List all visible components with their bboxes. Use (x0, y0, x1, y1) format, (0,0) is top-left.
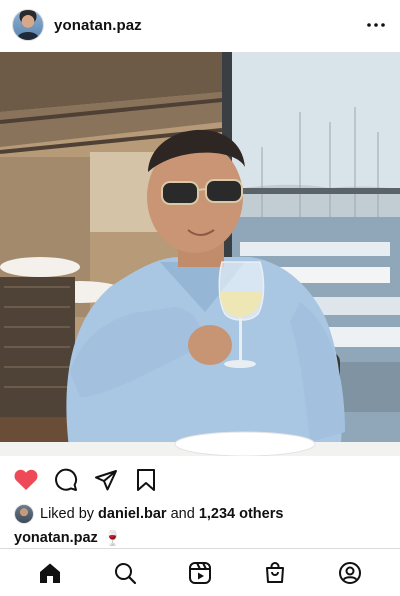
post-username[interactable]: yonatan.paz (54, 17, 142, 34)
send-icon[interactable] (92, 466, 120, 494)
bookmark-icon[interactable] (132, 466, 160, 494)
post-photo[interactable] (0, 52, 400, 456)
liker-avatar (14, 504, 34, 524)
post-header: yonatan.paz (0, 0, 400, 50)
caption-text: 🍷 (103, 530, 122, 547)
post-caption: yonatan.paz 🍷 (14, 528, 122, 548)
likes-others[interactable]: 1,234 others (199, 506, 284, 522)
bottom-nav (0, 548, 400, 596)
more-horizontal-icon[interactable] (364, 13, 388, 37)
search-icon[interactable] (111, 559, 139, 587)
profile-icon[interactable] (336, 559, 364, 587)
heart-filled-icon[interactable] (12, 466, 40, 494)
first-liker[interactable]: daniel.bar (98, 506, 167, 522)
comment-icon[interactable] (52, 466, 80, 494)
likes-summary[interactable]: Liked by daniel.bar and 1,234 others (14, 503, 283, 525)
reels-icon[interactable] (186, 559, 214, 587)
home-icon[interactable] (36, 559, 64, 587)
action-bar (0, 458, 400, 502)
avatar[interactable] (12, 9, 44, 41)
likes-connector: and (170, 506, 195, 522)
caption-username[interactable]: yonatan.paz (14, 530, 98, 546)
likes-prefix: Liked by (40, 506, 95, 522)
shop-icon[interactable] (261, 559, 289, 587)
